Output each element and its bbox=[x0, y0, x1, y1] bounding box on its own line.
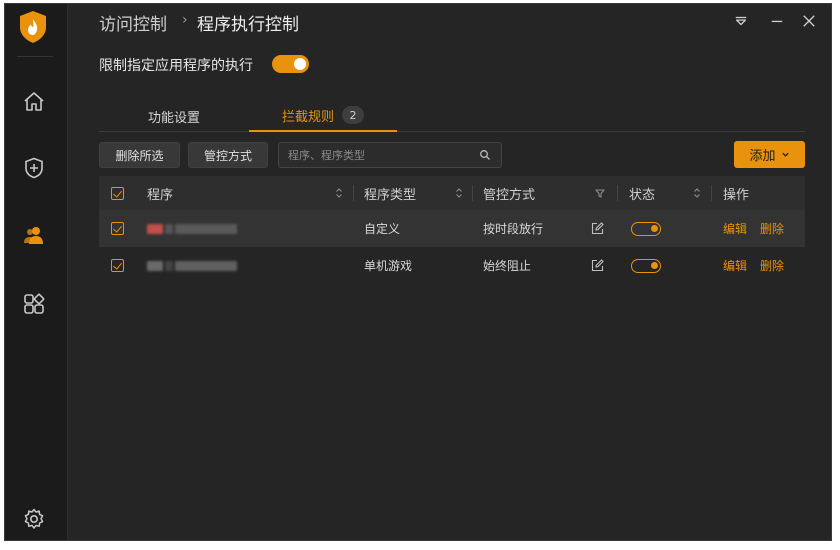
menu-button[interactable] bbox=[732, 12, 750, 30]
control-mode-button[interactable]: 管控方式 bbox=[188, 142, 268, 168]
column-divider bbox=[711, 185, 712, 201]
row-checkbox[interactable] bbox=[111, 247, 124, 284]
sidebar-item-home[interactable] bbox=[16, 84, 52, 120]
control-mode: 按时段放行 bbox=[483, 222, 544, 236]
sidebar bbox=[5, 4, 68, 540]
tab-settings[interactable]: 功能设置 bbox=[99, 100, 249, 132]
edit-link[interactable]: 编辑 bbox=[723, 210, 747, 247]
breadcrumb-separator: › bbox=[182, 12, 188, 28]
checkbox-checked-icon bbox=[111, 186, 124, 200]
chevron-down-icon bbox=[781, 152, 789, 157]
tab-settings-label: 功能设置 bbox=[147, 110, 200, 126]
app-window: 访问控制 › 程序执行控制 限制指定应用程序的执行 功能设置 拦截规则 2 删除… bbox=[4, 3, 832, 541]
toggle-on-indicator bbox=[631, 221, 661, 236]
edit-mode-button[interactable] bbox=[591, 210, 604, 247]
app-logo-icon bbox=[18, 10, 48, 44]
dropdown-menu-icon bbox=[735, 16, 747, 26]
edit-mode-button[interactable] bbox=[591, 247, 604, 284]
program-name-redacted bbox=[147, 210, 237, 247]
status-toggle[interactable] bbox=[631, 247, 661, 284]
column-divider bbox=[353, 185, 354, 201]
sidebar-item-tools[interactable] bbox=[16, 286, 52, 322]
sort-icon[interactable] bbox=[693, 187, 701, 199]
search-box bbox=[278, 142, 502, 168]
header-actions: 操作 bbox=[723, 187, 750, 203]
settings-button[interactable] bbox=[16, 501, 52, 537]
minimize-icon bbox=[771, 20, 783, 23]
edit-link[interactable]: 编辑 bbox=[723, 247, 747, 284]
rules-table: 程序 程序类型 管控方式 状态 操作 自定义 按时段放行 编辑 删除 单机游戏 … bbox=[99, 176, 805, 284]
redaction-block bbox=[175, 223, 237, 234]
restrict-execution-toggle[interactable] bbox=[272, 55, 309, 73]
program-name-redacted bbox=[147, 247, 237, 284]
tab-bar: 功能设置 拦截规则 2 bbox=[99, 100, 805, 132]
table-header: 程序 程序类型 管控方式 状态 操作 bbox=[99, 176, 805, 210]
status-toggle[interactable] bbox=[631, 210, 661, 247]
sort-icon[interactable] bbox=[335, 187, 343, 199]
page-title: 程序执行控制 bbox=[197, 15, 299, 35]
close-button[interactable] bbox=[800, 12, 818, 30]
redaction-block bbox=[175, 260, 237, 271]
sidebar-item-protection[interactable] bbox=[16, 150, 52, 186]
close-icon bbox=[803, 15, 815, 27]
checkbox-checked-icon bbox=[111, 259, 124, 272]
select-all-checkbox[interactable] bbox=[111, 176, 124, 210]
edit-icon bbox=[591, 222, 604, 235]
header-status: 状态 bbox=[629, 187, 656, 203]
apps-grid-icon bbox=[24, 293, 45, 314]
header-program-type: 程序类型 bbox=[364, 187, 417, 203]
program-type: 自定义 bbox=[364, 222, 401, 236]
table-row[interactable]: 自定义 按时段放行 编辑 删除 bbox=[99, 210, 805, 247]
sort-icon[interactable] bbox=[455, 187, 463, 199]
minimize-button[interactable] bbox=[768, 12, 786, 30]
rule-count-badge: 2 bbox=[342, 106, 364, 124]
title-bar: 访问控制 › 程序执行控制 bbox=[68, 4, 831, 46]
home-icon bbox=[24, 92, 44, 111]
header-control-mode: 管控方式 bbox=[483, 187, 536, 203]
redaction-block bbox=[165, 223, 173, 234]
sidebar-divider bbox=[17, 56, 53, 57]
breadcrumb-root[interactable]: 访问控制 bbox=[99, 10, 167, 35]
redaction-block bbox=[165, 260, 173, 271]
edit-icon bbox=[591, 259, 604, 272]
row-checkbox[interactable] bbox=[111, 210, 124, 247]
delete-link[interactable]: 删除 bbox=[760, 247, 784, 284]
column-divider bbox=[472, 185, 473, 201]
add-rule-button[interactable]: 添加 bbox=[734, 141, 805, 168]
toggle-on-indicator bbox=[631, 258, 661, 273]
shield-plus-icon bbox=[25, 157, 43, 179]
restrict-execution-label: 限制指定应用程序的执行 bbox=[99, 58, 253, 74]
delete-selected-button[interactable]: 删除所选 bbox=[99, 142, 180, 168]
add-rule-label: 添加 bbox=[749, 149, 776, 164]
program-app-icon bbox=[147, 260, 163, 271]
tab-block-rules[interactable]: 拦截规则 2 bbox=[249, 100, 397, 132]
table-row[interactable]: 单机游戏 始终阻止 编辑 删除 bbox=[99, 247, 805, 284]
sidebar-item-access-control[interactable] bbox=[16, 217, 52, 253]
filter-icon[interactable] bbox=[595, 187, 605, 199]
gear-icon bbox=[24, 508, 44, 529]
delete-link[interactable]: 删除 bbox=[760, 210, 784, 247]
users-icon bbox=[24, 227, 43, 244]
search-icon[interactable] bbox=[479, 149, 491, 161]
column-divider bbox=[617, 185, 618, 201]
control-mode: 始终阻止 bbox=[483, 259, 532, 273]
checkbox-checked-icon bbox=[111, 222, 124, 235]
program-app-icon bbox=[147, 223, 163, 234]
header-program: 程序 bbox=[147, 187, 174, 203]
tab-block-rules-label: 拦截规则 bbox=[281, 109, 334, 125]
program-type: 单机游戏 bbox=[364, 259, 413, 273]
search-input[interactable] bbox=[279, 143, 469, 167]
